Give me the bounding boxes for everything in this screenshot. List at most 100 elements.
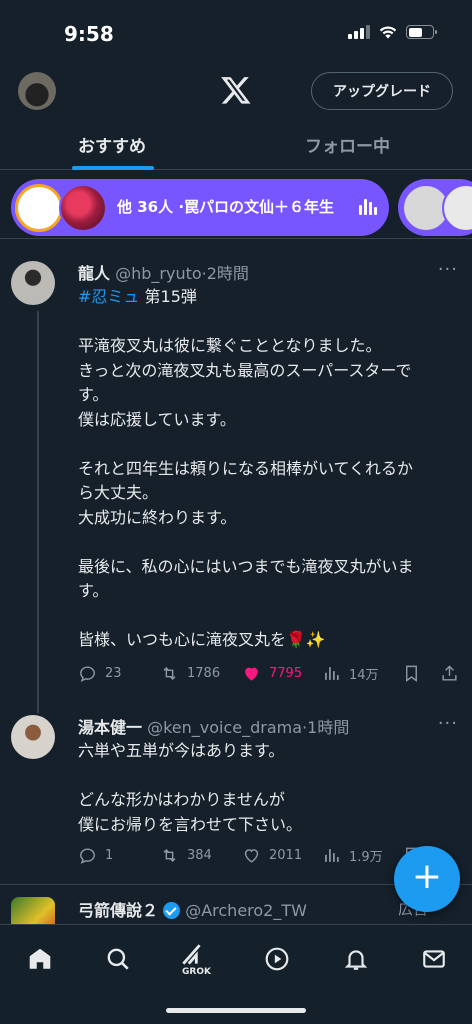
verified-badge-icon [163,902,181,919]
active-tab-indicator [72,166,154,170]
reply-button[interactable]: 1 [78,846,113,865]
thread-line [37,311,39,713]
repost-button[interactable]: 384 [160,846,212,865]
nav-home[interactable] [20,939,60,979]
tweet-time: ·2時間 [201,264,249,283]
timeline-tabs: おすすめ フォロー中 [0,120,472,170]
grok-icon [182,944,201,965]
tweet-text-line: どんな形かはわかりませんが [78,790,285,809]
like-button[interactable]: 2011 [242,846,302,865]
tab-following[interactable]: フォロー中 [305,132,390,157]
tweet-text-line: きっと次の滝夜叉丸も最高のスーパースターで [78,360,412,380]
tweet-author-avatar[interactable] [11,261,55,305]
views-button[interactable]: 14万 [322,664,379,683]
space-host-avatar [442,184,472,232]
heart-icon [245,667,258,681]
tab-recommended[interactable]: おすすめ [78,132,146,157]
hashtag-link[interactable]: #忍ミュ [78,287,139,306]
search-icon [107,948,129,970]
top-header: アップグレード [0,60,472,120]
bell-icon [344,950,368,970]
repost-icon [163,848,176,863]
tweet-text-line [78,604,458,629]
tweet[interactable]: 湯本健一 @ken_voice_drama·1時間 ··· 六単や五単が今はあり… [0,701,472,881]
home-icon [29,948,51,969]
views-icon [325,667,339,680]
share-icon [442,665,457,681]
tweet-text-line: 大成功に終わります。 [78,507,237,527]
nav-messages[interactable] [414,939,454,979]
space-host-avatar [15,184,63,232]
views-icon [325,849,339,862]
play-icon [265,947,289,971]
space-host-avatar [59,184,107,232]
tweet-author-name[interactable]: 弓箭傳說２ [78,901,158,920]
tweet-text-line: 六単や五単が今はあります。 [78,741,285,760]
tweet-author-name[interactable]: 龍人 [78,264,110,283]
space-pill[interactable]: 他 36人 ·罠パロの文仙＋６年生 [11,179,389,236]
cellular-signal-icon [348,25,370,39]
more-options-icon[interactable]: ··· [438,713,458,734]
repost-icon [163,666,176,681]
x-logo-icon [221,77,251,104]
tweet-text-line: 第15弾 [139,287,197,306]
like-button[interactable]: 7795 [242,664,302,683]
tweet-author-handle[interactable]: @ken_voice_drama [147,718,302,737]
tweet-text-line: す。 [78,581,109,600]
tweet-author-avatar[interactable] [11,897,55,925]
heart-icon [244,849,259,863]
wifi-icon [379,26,397,39]
space-title: 他 36人 ·罠パロの文仙＋６年生 [117,198,335,216]
share-button[interactable] [440,664,459,683]
reply-count: 1 [105,848,114,863]
reply-icon [80,666,95,682]
reply-count: 23 [105,666,122,681]
status-time: 9:58 [64,22,114,46]
repost-count: 1786 [187,666,221,681]
tweet-text-line [78,530,458,555]
view-count: 1.9万 [349,850,383,865]
nav-search[interactable] [98,939,138,979]
bookmark-icon [406,665,417,683]
more-options-icon[interactable]: ··· [438,259,458,280]
view-count: 14万 [349,668,379,683]
like-count: 2011 [269,848,303,863]
repost-button[interactable]: 1786 [160,664,220,683]
mail-icon [423,950,445,968]
tweet-text-line: 平滝夜叉丸は彼に繋ぐこととなりました。 [78,336,382,355]
compose-button[interactable]: + [394,846,460,912]
bookmark-button[interactable] [402,664,421,683]
status-icons [348,25,437,39]
tweet-text-line: 最後に、私の心にはいつまでも滝夜叉丸がいま [78,556,414,576]
nav-video[interactable] [257,939,297,979]
status-bar: 9:58 [0,0,472,60]
upgrade-button[interactable]: アップグレード [311,72,453,110]
tweet-text: 六単や五単が今はあります。 どんな形かはわかりませんが 僕にお帰りを言わせて下さ… [78,739,458,837]
profile-avatar[interactable] [18,72,56,110]
tweet[interactable]: 龍人 @hb_ryuto·2時間 ··· #忍ミュ 第15弾 平滝夜叉丸は彼に繋… [0,247,472,713]
home-indicator [166,1008,306,1013]
tweet-author-handle[interactable]: @hb_ryuto [115,264,202,283]
reply-button[interactable]: 23 [78,664,122,683]
audio-bars-icon [359,199,377,215]
nav-notifications[interactable] [336,939,376,979]
tweet-text: #忍ミュ 第15弾 平滝夜叉丸は彼に繋ぐこととなりました。 きっと次の滝夜叉丸も… [78,285,458,653]
tweet-text-line: 僕は応援しています。 [78,409,236,429]
battery-icon [406,25,437,39]
tweet-text-line: ら大丈夫。 [78,483,159,502]
tweet-text-line: 僕にお帰りを言わせて下さい。 [78,814,303,834]
views-button[interactable]: 1.9万 [322,846,383,865]
tweet-author-avatar[interactable] [11,715,55,759]
like-count: 7795 [269,666,303,681]
grok-label: GROK [182,967,211,977]
spaces-row: 他 36人 ·罠パロの文仙＋６年生 [0,179,472,239]
tweet-time: ·1時間 [302,718,350,737]
tweet-author-name[interactable]: 湯本健一 [78,718,142,737]
repost-count: 384 [187,848,212,863]
reply-icon [80,848,95,864]
tweet-text-line: 皆様、いつも心に滝夜叉丸を🌹✨ [78,630,326,649]
space-pill-secondary[interactable] [398,179,472,236]
tweet-text-line [78,764,458,789]
tweet-text-line: それと四年生は頼りになる相棒がいてくれるか [78,458,414,478]
tweet-author-handle[interactable]: @Archero2_TW [185,901,307,920]
